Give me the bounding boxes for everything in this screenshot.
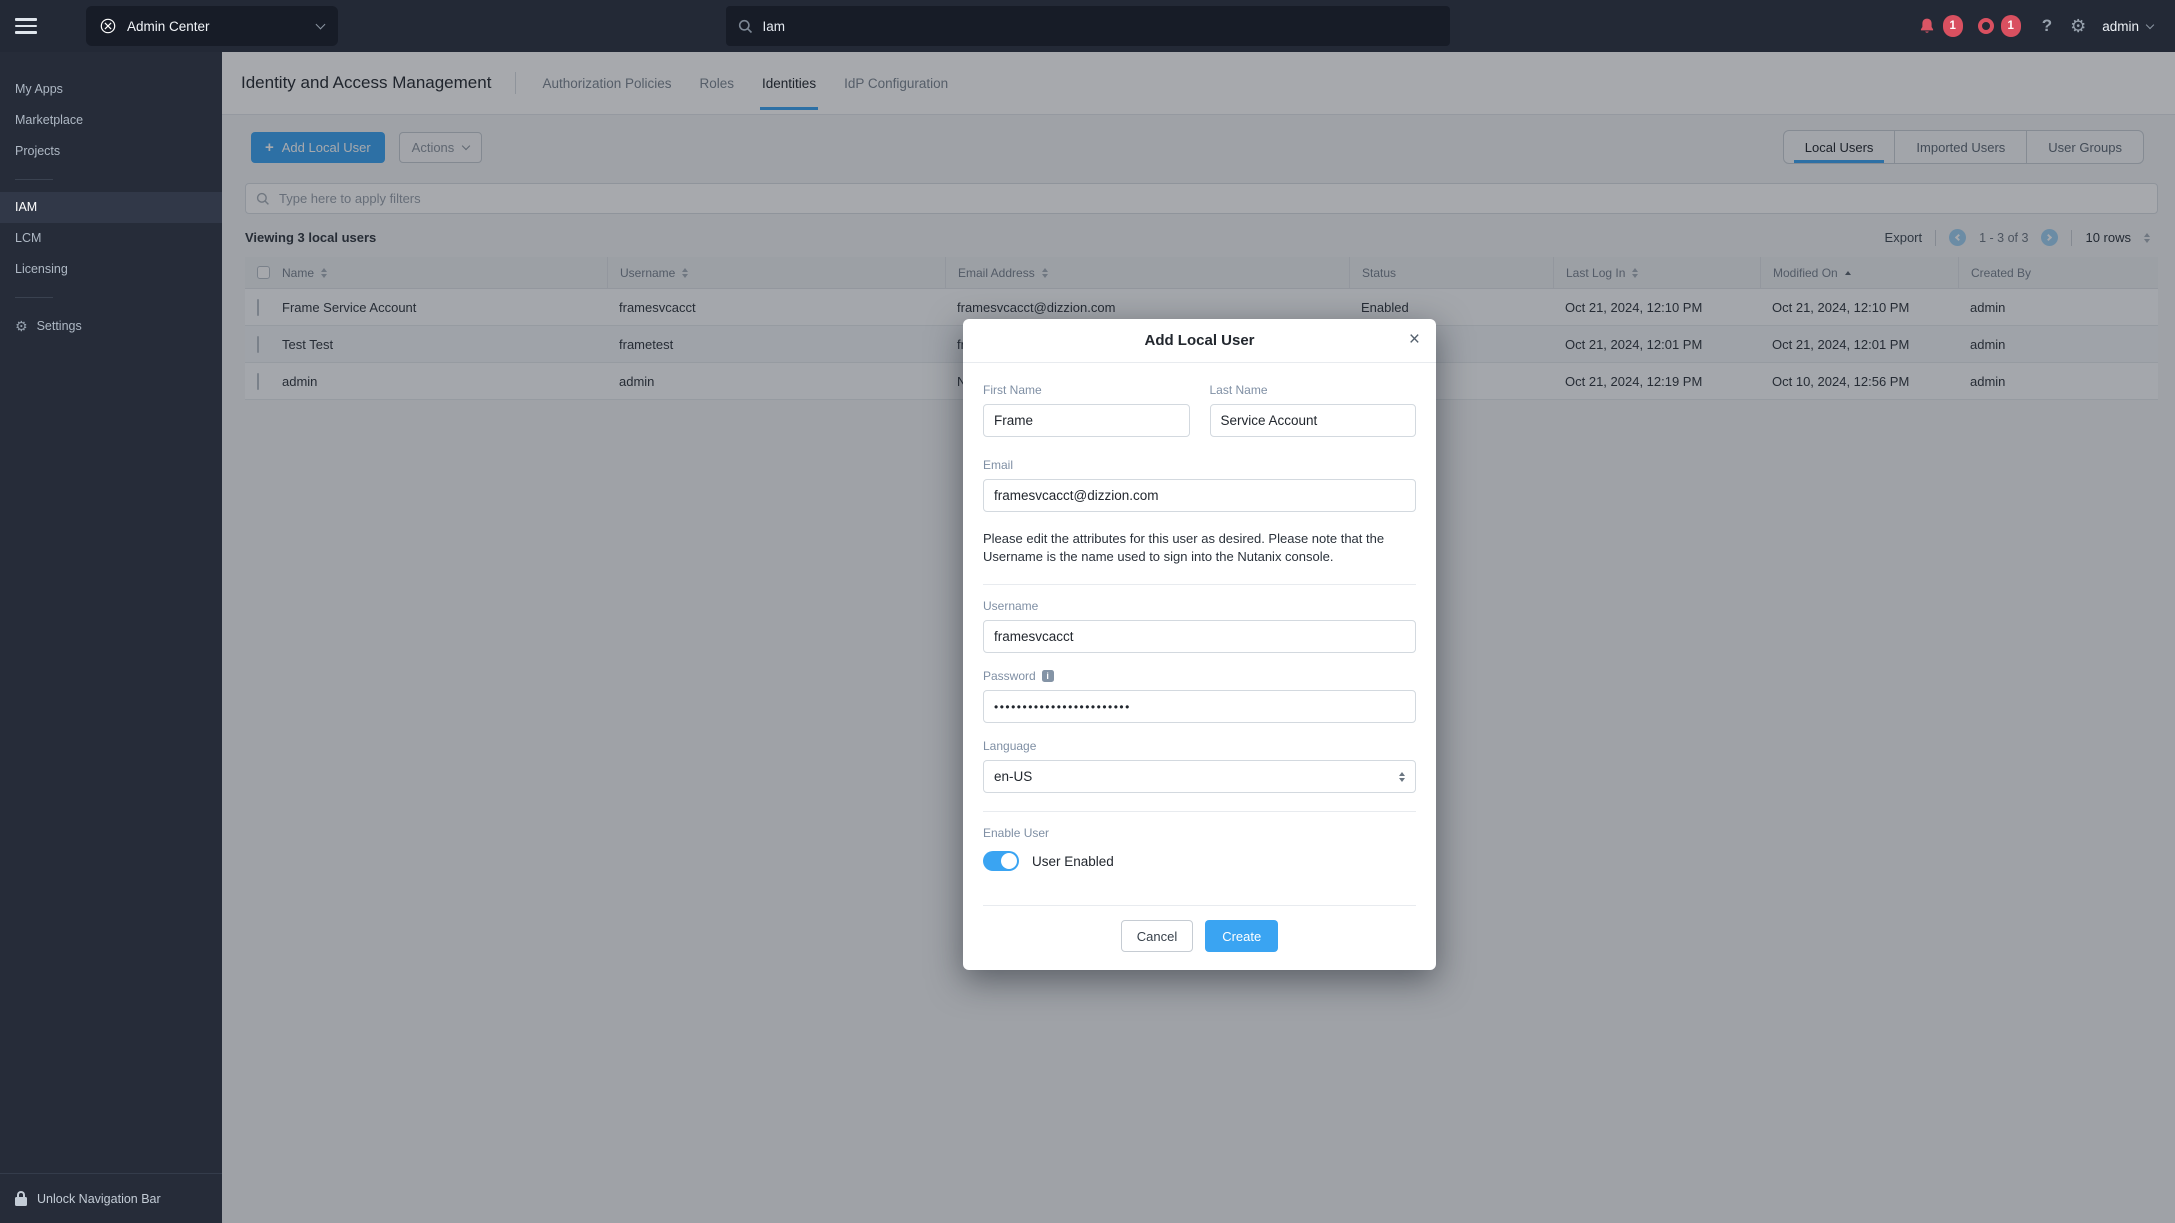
updown-arrows-icon xyxy=(1399,772,1405,782)
unlock-navigation-bar[interactable]: Unlock Navigation Bar xyxy=(0,1173,222,1223)
bell-icon[interactable] xyxy=(1918,17,1936,35)
divider xyxy=(983,584,1416,585)
email-label: Email xyxy=(983,458,1416,472)
last-name-field[interactable] xyxy=(1210,404,1417,437)
nutanix-logo-icon xyxy=(100,18,116,34)
sidebar-divider xyxy=(15,297,53,298)
search-icon xyxy=(738,19,753,34)
global-search-input[interactable] xyxy=(763,19,1438,34)
sidebar: My Apps Marketplace Projects IAM LCM Lic… xyxy=(0,52,222,1223)
main-content: Identity and Access Management Authoriza… xyxy=(222,52,2175,1223)
cancel-button[interactable]: Cancel xyxy=(1121,920,1193,952)
notification-count-badge[interactable]: 1 xyxy=(1943,15,1963,37)
topbar-actions: 1 1 ? ⚙ admin xyxy=(1918,0,2153,52)
user-menu-label: admin xyxy=(2102,19,2139,34)
sidebar-item-marketplace[interactable]: Marketplace xyxy=(0,105,222,136)
username-field[interactable] xyxy=(983,620,1416,653)
close-icon[interactable]: × xyxy=(1409,327,1420,354)
add-local-user-modal: Add Local User × First Name Last Name Em… xyxy=(963,319,1436,970)
sidebar-item-settings[interactable]: ⚙ Settings xyxy=(0,310,222,341)
language-value: en-US xyxy=(994,769,1032,784)
first-name-field[interactable] xyxy=(983,404,1190,437)
info-icon[interactable]: i xyxy=(1042,670,1054,682)
hamburger-menu-icon[interactable] xyxy=(15,18,37,34)
enable-user-text: User Enabled xyxy=(1032,854,1114,869)
sidebar-item-my-apps[interactable]: My Apps xyxy=(0,74,222,105)
divider xyxy=(983,811,1416,812)
gear-icon: ⚙ xyxy=(15,319,28,333)
modal-note: Please edit the attributes for this user… xyxy=(983,530,1416,565)
last-name-label: Last Name xyxy=(1210,383,1417,397)
sidebar-item-licensing[interactable]: Licensing xyxy=(0,254,222,285)
lock-icon xyxy=(15,1191,27,1206)
unlock-navigation-label: Unlock Navigation Bar xyxy=(37,1192,161,1206)
modal-footer: Cancel Create xyxy=(983,905,1416,970)
product-switcher[interactable]: Admin Center xyxy=(86,6,338,46)
topbar: Admin Center 1 1 ? ⚙ admin xyxy=(0,0,2175,52)
enable-user-label: Enable User xyxy=(983,826,1416,840)
create-button[interactable]: Create xyxy=(1205,920,1278,952)
chevron-down-icon xyxy=(316,20,326,30)
language-select[interactable]: en-US xyxy=(983,760,1416,793)
sidebar-item-projects[interactable]: Projects xyxy=(0,136,222,167)
password-label: Password xyxy=(983,669,1036,683)
help-icon[interactable]: ? xyxy=(2042,16,2052,36)
modal-header: Add Local User × xyxy=(963,319,1436,363)
product-switcher-label: Admin Center xyxy=(127,19,210,34)
user-menu[interactable]: admin xyxy=(2102,19,2153,34)
chevron-down-icon xyxy=(2146,20,2154,28)
first-name-label: First Name xyxy=(983,383,1190,397)
username-label: Username xyxy=(983,599,1416,613)
enable-user-toggle[interactable] xyxy=(983,851,1019,871)
password-field[interactable] xyxy=(983,690,1416,723)
sidebar-settings-label: Settings xyxy=(37,319,82,333)
alert-count-badge[interactable]: 1 xyxy=(2001,15,2021,37)
modal-title: Add Local User xyxy=(1144,332,1254,349)
alert-ring-icon[interactable] xyxy=(1978,18,1994,34)
sidebar-item-lcm[interactable]: LCM xyxy=(0,223,222,254)
email-field[interactable] xyxy=(983,479,1416,512)
sidebar-divider xyxy=(15,179,53,180)
global-search[interactable] xyxy=(726,6,1450,46)
language-label: Language xyxy=(983,739,1416,753)
sidebar-item-iam[interactable]: IAM xyxy=(0,192,222,223)
settings-gear-icon[interactable]: ⚙ xyxy=(2070,17,2086,35)
